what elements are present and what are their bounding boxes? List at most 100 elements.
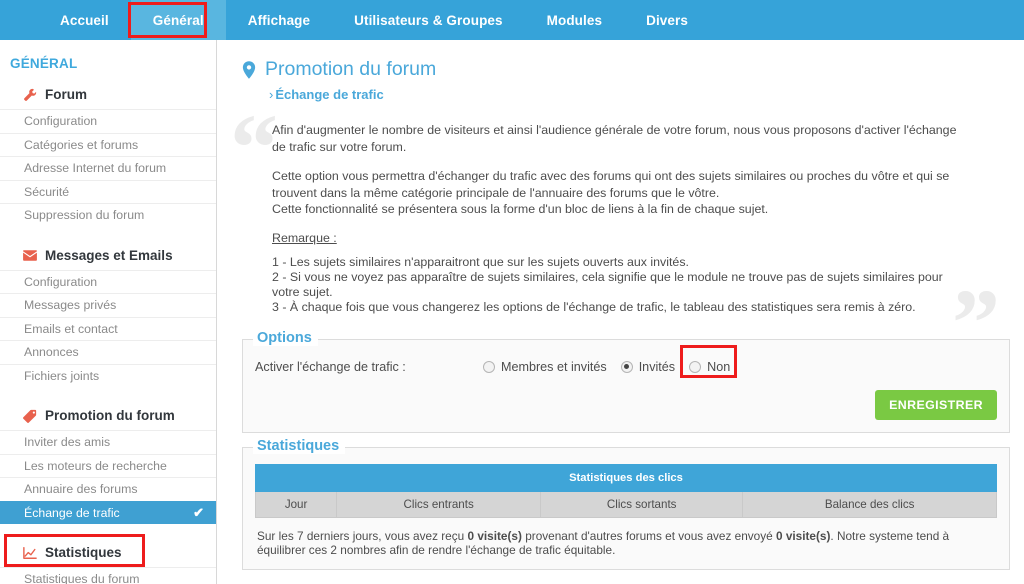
table-column-clics-sortants: Clics sortants	[540, 490, 744, 518]
sidebar: GÉNÉRAL Forum Configuration Catégories e…	[0, 40, 217, 584]
sidebar-group-forum: Forum	[0, 80, 216, 109]
sidebar-divider-2	[0, 387, 216, 401]
save-row: ENREGISTRER	[255, 389, 997, 420]
sidebar-item-annuaire-des-forums[interactable]: Annuaire des forums	[0, 477, 216, 501]
sidebar-item-suppression-du-forum-label: Suppression du forum	[24, 208, 145, 223]
tab-utilisateurs-groupes-label: Utilisateurs & Groupes	[354, 12, 503, 28]
main-content: Promotion du forum › Échange de trafic “ …	[218, 40, 1024, 584]
page-title-text: Promotion du forum	[265, 58, 437, 80]
page-title: Promotion du forum	[242, 58, 1024, 81]
sidebar-item-statistiques-du-forum-label: Statistiques du forum	[24, 572, 140, 584]
sidebar-item-configuration-messages-label: Configuration	[24, 274, 98, 289]
sidebar-item-annonces-label: Annonces	[24, 345, 79, 360]
table-main-header-row: Statistiques des clics	[255, 463, 997, 492]
table-column-header-row: Jour Clics entrants Clics sortants Balan…	[254, 490, 997, 518]
sidebar-item-fichiers-joints-label: Fichiers joints	[24, 368, 100, 383]
quote-open-icon: “	[230, 94, 278, 201]
statistics-note-part2: provenant d'autres forums et vous avez e…	[521, 528, 776, 543]
table-main-header: Statistiques des clics	[255, 463, 997, 492]
radio-invites-label: Invités	[638, 359, 676, 374]
radio-membres-et-invites-dot[interactable]	[483, 360, 495, 373]
sidebar-item-emails-et-contact-label: Emails et contact	[24, 321, 118, 336]
sidebar-item-securite[interactable]: Sécurité	[0, 179, 216, 204]
radio-membres-et-invites-label: Membres et invités	[501, 359, 607, 374]
radio-membres-et-invites[interactable]: Membres et invités	[483, 360, 607, 374]
sidebar-item-messages-prives[interactable]: Messages privés	[0, 293, 216, 317]
breadcrumb-label: Échange de trafic	[275, 87, 384, 102]
envelope-icon	[22, 248, 37, 263]
sidebar-item-configuration[interactable]: Configuration	[0, 109, 216, 133]
tab-modules-label: Modules	[546, 12, 603, 28]
sidebar-item-categories-et-forums[interactable]: Catégories et forums	[0, 132, 216, 157]
statistics-note: Sur les 7 derniers jours, vous avez reçu…	[257, 529, 995, 557]
radio-non-dot[interactable]	[689, 360, 702, 373]
table-column-jour: Jour	[254, 490, 338, 518]
sidebar-item-messages-prives-label: Messages privés	[24, 298, 117, 313]
sidebar-divider-3	[0, 524, 216, 538]
sidebar-section-title: GÉNÉRAL	[10, 56, 78, 71]
sidebar-group-forum-label: Forum	[45, 87, 87, 102]
sidebar-item-configuration-label: Configuration	[24, 114, 98, 129]
sidebar-group-promotion-du-forum-label: Promotion du forum	[45, 408, 175, 423]
tab-accueil-label: Accueil	[60, 12, 109, 28]
radio-non[interactable]: Non	[689, 360, 730, 374]
sidebar-item-categories-et-forums-label: Catégories et forums	[24, 137, 139, 152]
breadcrumb[interactable]: › Échange de trafic	[269, 87, 1024, 102]
sidebar-item-adresse-internet-du-forum[interactable]: Adresse Internet du forum	[0, 156, 216, 180]
clicks-statistics-table-head: Statistiques des clics Jour Clics entran…	[254, 463, 997, 518]
page-body: GÉNÉRAL Forum Configuration Catégories e…	[0, 40, 1024, 584]
tab-general-label: Général	[152, 12, 204, 28]
top-navigation-bar: Accueil Général Affichage Utilisateurs &…	[0, 0, 1024, 40]
sidebar-group-promotion-du-forum: Promotion du forum	[0, 401, 216, 430]
radio-invites-dot[interactable]	[620, 360, 633, 373]
intro-paragraph-1: Afin d'augmenter le nombre de visiteurs …	[272, 123, 957, 154]
statistics-note-part1: Sur les 7 derniers jours, vous avez reçu	[257, 528, 468, 543]
intro-block: “ ” Afin d'augmenter le nombre de visite…	[230, 100, 1002, 371]
tab-accueil[interactable]: Accueil	[38, 0, 131, 40]
map-pin-icon	[242, 60, 256, 79]
radio-invites[interactable]: Invités	[620, 359, 676, 374]
sidebar-item-inviter-des-amis-label: Inviter des amis	[24, 435, 111, 450]
sidebar-item-emails-et-contact[interactable]: Emails et contact	[0, 316, 216, 341]
sidebar-divider-1	[0, 227, 216, 241]
sidebar-item-les-moteurs-de-recherche[interactable]: Les moteurs de recherche	[0, 453, 216, 478]
tab-modules[interactable]: Modules	[525, 0, 624, 40]
check-icon: ✔	[193, 504, 204, 520]
sidebar-item-echange-de-trafic[interactable]: Échange de trafic ✔	[0, 500, 216, 524]
tag-icon	[22, 408, 37, 423]
tab-affichage-label: Affichage	[247, 12, 311, 28]
table-column-clics-entrants: Clics entrants	[336, 490, 542, 518]
statistics-panel: Statistiques Statistiques des clics Jour…	[242, 437, 1010, 570]
remark-title: Remarque :	[272, 230, 337, 245]
sidebar-item-adresse-internet-du-forum-label: Adresse Internet du forum	[24, 161, 167, 176]
intro-paragraph-2: Cette option vous permettra d'échanger d…	[272, 169, 950, 200]
tab-utilisateurs-groupes[interactable]: Utilisateurs & Groupes	[332, 0, 525, 40]
save-button[interactable]: ENREGISTRER	[875, 389, 997, 420]
statistics-visits-sent: 0 visite(s)	[775, 528, 831, 543]
options-panel: Options Activer l'échange de trafic : Me…	[242, 329, 1010, 433]
sidebar-item-inviter-des-amis[interactable]: Inviter des amis	[0, 430, 216, 454]
sidebar-group-statistiques-label: Statistiques	[45, 545, 122, 560]
activate-traffic-exchange-row: Activer l'échange de trafic : Membres et…	[255, 344, 997, 378]
sidebar-item-les-moteurs-de-recherche-label: Les moteurs de recherche	[24, 458, 167, 473]
tab-divers[interactable]: Divers	[624, 0, 710, 40]
activate-traffic-exchange-label: Activer l'échange de trafic :	[255, 359, 406, 374]
sidebar-item-configuration-messages[interactable]: Configuration	[0, 269, 216, 294]
sidebar-item-securite-label: Sécurité	[24, 184, 70, 199]
radio-non-label: Non	[707, 359, 731, 374]
sidebar-item-statistiques-du-forum[interactable]: Statistiques du forum	[0, 567, 216, 584]
sidebar-item-fichiers-joints[interactable]: Fichiers joints	[0, 363, 216, 388]
sidebar-item-annonces[interactable]: Annonces	[0, 340, 216, 364]
sidebar-item-echange-de-trafic-label: Échange de trafic	[24, 505, 120, 520]
intro-paragraph-3: Cette fonctionnalité se présentera sous …	[272, 202, 769, 216]
table-column-balance-des-clics: Balance des clics	[742, 490, 997, 518]
sidebar-group-messages-et-emails: Messages et Emails	[0, 241, 216, 270]
tab-general[interactable]: Général	[130, 0, 226, 40]
statistics-legend: Statistiques	[253, 437, 346, 454]
tab-affichage[interactable]: Affichage	[226, 0, 332, 40]
wrench-icon	[22, 87, 37, 102]
page-header: Promotion du forum › Échange de trafic	[218, 40, 1024, 102]
chart-icon	[22, 545, 37, 560]
sidebar-item-suppression-du-forum[interactable]: Suppression du forum	[0, 203, 216, 227]
options-legend: Options	[253, 329, 318, 346]
